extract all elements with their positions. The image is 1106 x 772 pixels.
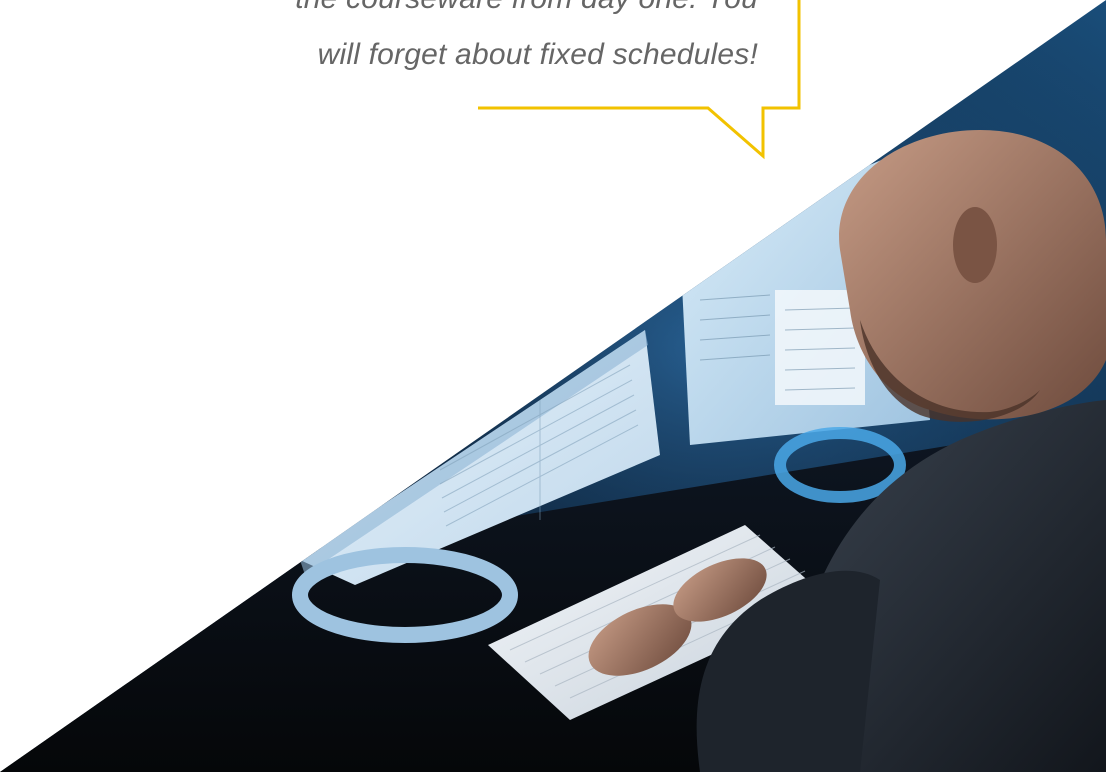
hero-photo-panel	[0, 0, 1106, 772]
testimonial-quote-line-1: the courseware from day one. You	[0, 0, 758, 16]
speech-bubble-outline	[478, 0, 801, 160]
testimonial-quote-line-2: will forget about fixed schedules!	[317, 38, 758, 71]
